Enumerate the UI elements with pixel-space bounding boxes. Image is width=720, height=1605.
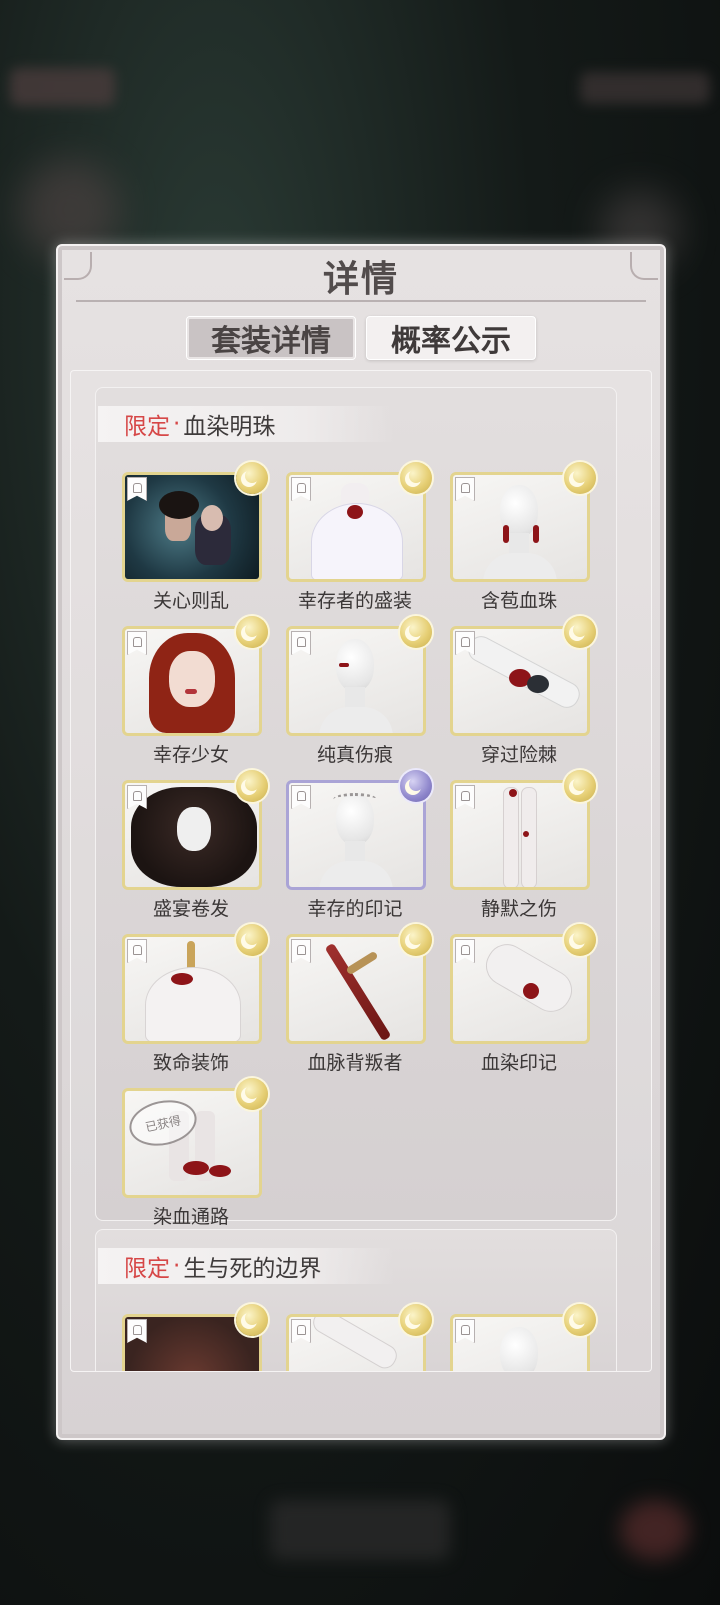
rarity-gold-icon [564, 770, 596, 802]
rarity-gold-icon [564, 1304, 596, 1336]
background-blur [270, 1500, 450, 1560]
rarity-gold-icon [236, 1078, 268, 1110]
item-label: 血染印记 [480, 1052, 557, 1074]
rarity-gold-icon [564, 616, 596, 648]
rarity-gold-icon [236, 1304, 268, 1336]
item-card[interactable]: 含苞血珠 [450, 462, 596, 613]
item-label: 穿过险棘 [480, 744, 557, 766]
section-header: 限定 · 血染明珠 [98, 406, 394, 442]
set-name: 生与死的边界 [183, 1256, 322, 1282]
scroll-content[interactable]: 限定 · 血染明珠 关心则乱 幸存者的盛装 含苞血珠 幸存少女 纯真伤痕 穿过险… [70, 370, 652, 1372]
item-label: 关心则乱 [152, 590, 229, 612]
rarity-gold-icon [400, 1304, 432, 1336]
item-label: 含苞血珠 [480, 590, 557, 612]
item-label: 致命装饰 [152, 1052, 229, 1074]
item-card[interactable]: 纯真伤痕 [286, 616, 432, 767]
tab-probability[interactable]: 概率公示 [366, 316, 536, 360]
item-card[interactable]: 已获得 染血通路 [122, 1078, 268, 1229]
background-blur [620, 1500, 690, 1560]
item-label: 静默之伤 [480, 898, 557, 920]
tab-bar: 套装详情 概率公示 [186, 316, 536, 360]
rarity-gold-icon [236, 924, 268, 956]
item-label: 盛宴卷发 [152, 898, 229, 920]
rarity-gold-icon [564, 462, 596, 494]
set-name: 血染明珠 [183, 414, 276, 440]
item-card[interactable] [286, 1304, 432, 1371]
item-card[interactable]: 血染印记 [450, 924, 596, 1075]
separator-dot: · [173, 411, 181, 437]
section-header: 限定 · 生与死的边界 [98, 1248, 394, 1284]
background-blur [10, 68, 115, 106]
set-section: 限定 · 生与死的边界 [95, 1229, 617, 1371]
item-card[interactable]: 血脉背叛者 [286, 924, 432, 1075]
background-blur [580, 72, 710, 104]
item-label: 幸存的印记 [307, 898, 403, 920]
limited-tag: 限定 [124, 414, 170, 440]
item-label: 血脉背叛者 [307, 1052, 403, 1074]
item-card[interactable]: 致命装饰 [122, 924, 268, 1075]
rarity-gold-icon [400, 462, 432, 494]
item-card[interactable]: 幸存少女 [122, 616, 268, 767]
rarity-gold-icon [564, 924, 596, 956]
details-dialog: 详情 套装详情 概率公示 限定 · 血染明珠 关心则乱 幸存者的盛装 含苞血珠 … [56, 244, 666, 1440]
item-label: 染血通路 [152, 1206, 229, 1228]
limited-tag: 限定 [124, 1256, 170, 1282]
item-label: 纯真伤痕 [316, 744, 393, 766]
item-card[interactable]: 静默之伤 [450, 770, 596, 921]
rarity-purple-icon [400, 770, 432, 802]
set-section: 限定 · 血染明珠 关心则乱 幸存者的盛装 含苞血珠 幸存少女 纯真伤痕 穿过险… [95, 387, 617, 1228]
dialog-header: 详情 [76, 252, 646, 302]
item-card[interactable] [122, 1304, 268, 1371]
tab-set-details[interactable]: 套装详情 [186, 316, 356, 360]
item-card[interactable]: 关心则乱 [122, 462, 268, 613]
rarity-gold-icon [236, 770, 268, 802]
dialog-title: 详情 [322, 259, 399, 300]
rarity-gold-icon [236, 462, 268, 494]
rarity-gold-icon [236, 616, 268, 648]
rarity-gold-icon [400, 616, 432, 648]
item-label: 幸存少女 [152, 744, 229, 766]
rarity-gold-icon [400, 924, 432, 956]
separator-dot: · [173, 1253, 181, 1279]
item-card[interactable] [450, 1304, 596, 1371]
item-card[interactable]: 幸存的印记 [286, 770, 432, 921]
item-card[interactable]: 盛宴卷发 [122, 770, 268, 921]
item-card[interactable]: 幸存者的盛装 [286, 462, 432, 613]
item-label: 幸存者的盛装 [297, 590, 412, 612]
item-card[interactable]: 穿过险棘 [450, 616, 596, 767]
